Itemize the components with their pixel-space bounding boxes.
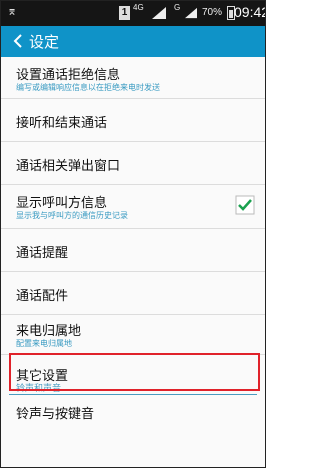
setting-call-alerts[interactable]: 通话提醒: [1, 229, 265, 272]
setting-subtitle: 编写或编辑响应信息以在拒绝来电时发送: [16, 83, 160, 92]
signal-icon: [152, 7, 166, 19]
setting-title: 通话提醒: [16, 246, 69, 261]
setting-ringtones-keytones[interactable]: 铃声与按键音: [1, 395, 265, 467]
app-bar: 设定: [1, 26, 265, 57]
setting-title: 接听和结束通话: [16, 116, 108, 131]
sim-indicator: 1: [119, 6, 130, 20]
phone-screen: ⌆ 1 4G G 70% 09:42 设定 设置通话拒绝信息 编写或编辑响应信息…: [0, 0, 266, 468]
signal-icon-2: [185, 7, 197, 19]
clock: 09:42: [234, 4, 266, 20]
usb-icon: ⌆: [7, 4, 18, 18]
setting-caller-info[interactable]: 显示呼叫方信息 显示我与呼叫方的通信历史记录: [1, 185, 265, 229]
highlight-box: [9, 353, 260, 391]
setting-caller-location[interactable]: 来电归属地 配置来电归属地: [1, 315, 265, 355]
status-bar: ⌆ 1 4G G 70% 09:42: [1, 1, 265, 26]
setting-title: 设置通话拒绝信息: [16, 68, 121, 83]
checkbox-checked-icon[interactable]: [235, 195, 255, 215]
setting-answer-end-calls[interactable]: 接听和结束通话: [1, 99, 265, 142]
setting-call-accessories[interactable]: 通话配件: [1, 272, 265, 315]
setting-title: 来电归属地: [16, 324, 82, 339]
network-type-g: G: [174, 3, 181, 12]
network-type-4g: 4G: [133, 3, 144, 12]
setting-subtitle: 配置来电归属地: [16, 339, 72, 348]
setting-title: 通话相关弹出窗口: [16, 159, 121, 174]
back-icon[interactable]: [10, 31, 26, 51]
setting-title: 通话配件: [16, 289, 69, 304]
setting-title: 铃声与按键音: [16, 407, 95, 422]
setting-reject-messages[interactable]: 设置通话拒绝信息 编写或编辑响应信息以在拒绝来电时发送: [1, 57, 265, 99]
setting-title: 显示呼叫方信息: [16, 196, 108, 211]
setting-call-popups[interactable]: 通话相关弹出窗口: [1, 142, 265, 185]
battery-percent: 70%: [202, 7, 223, 18]
setting-subtitle: 显示我与呼叫方的通信历史记录: [16, 211, 128, 220]
page-title: 设定: [29, 33, 60, 51]
